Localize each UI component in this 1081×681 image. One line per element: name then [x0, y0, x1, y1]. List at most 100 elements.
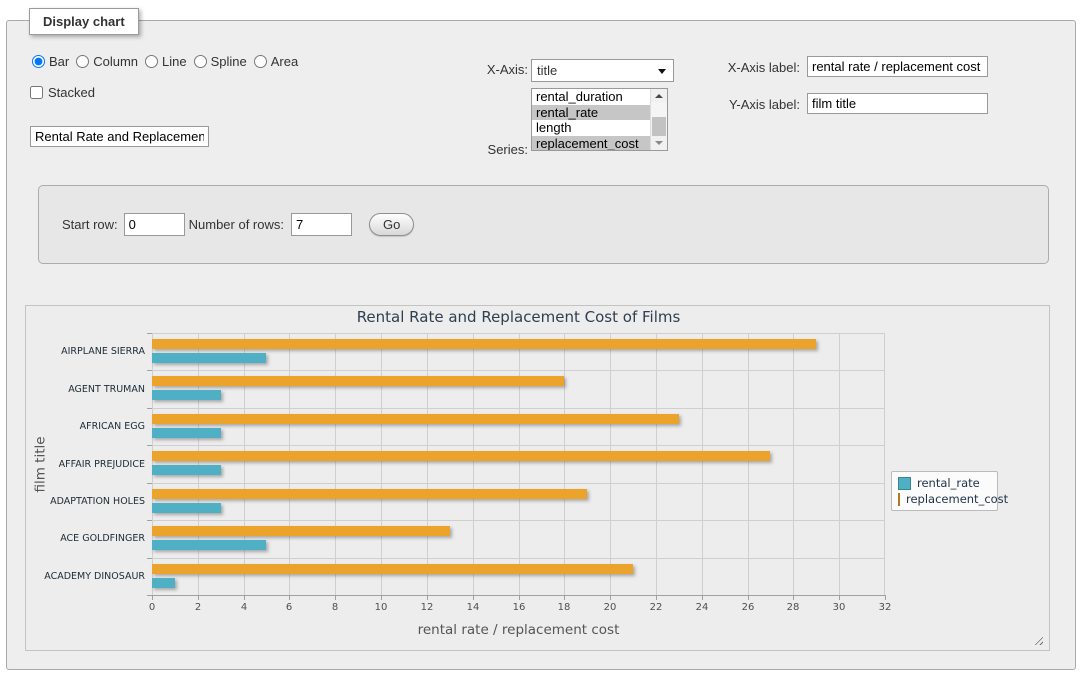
bar-replacement_cost	[152, 526, 450, 536]
bar-replacement_cost	[152, 451, 770, 461]
x-tick-label: 8	[320, 602, 350, 613]
bar-rental_rate	[152, 353, 266, 363]
legend-swatch-replacement_cost	[898, 493, 900, 506]
resize-handle[interactable]	[1032, 634, 1043, 645]
chart-type-spline: Spline	[194, 54, 247, 69]
x-tick-label: 10	[366, 602, 396, 613]
x-axis-tick	[519, 595, 520, 600]
x-axis-label-input[interactable]	[807, 56, 988, 77]
gridline-h	[152, 558, 885, 559]
gridline-h	[152, 333, 885, 334]
gridline-v	[839, 333, 840, 595]
start-row-label: Start row:	[62, 217, 118, 232]
gridline-v	[427, 333, 428, 595]
scroll-down-button[interactable]	[651, 136, 667, 150]
series-label: Series:	[378, 142, 528, 157]
chart-title-input[interactable]	[30, 126, 209, 147]
gridline-v	[198, 333, 199, 595]
chart-type-bar: Bar	[32, 54, 69, 69]
y-axis-label-input[interactable]	[807, 93, 988, 114]
plot-area	[152, 333, 885, 596]
y-axis-tick	[147, 445, 152, 446]
y-axis-title: film title	[33, 365, 48, 565]
legend-label: rental_rate	[917, 476, 980, 490]
chart-legend: rental_ratereplacement_cost	[891, 471, 998, 511]
gridline-v	[793, 333, 794, 595]
series-option-rental_rate[interactable]: rental_rate	[532, 105, 650, 121]
x-axis-tick	[564, 595, 565, 600]
bar-rental_rate	[152, 503, 221, 513]
series-option-rental_duration[interactable]: rental_duration	[532, 89, 650, 105]
x-tick-label: 22	[641, 602, 671, 613]
start-row-input[interactable]	[124, 213, 185, 236]
legend-item-rental_rate[interactable]: rental_rate	[898, 475, 991, 491]
chart-type-radio-spline[interactable]	[194, 55, 207, 68]
gridline-v	[702, 333, 703, 595]
chart-type-label-spline: Spline	[211, 54, 247, 69]
gridline-v	[519, 333, 520, 595]
stacked-row: Stacked	[30, 85, 95, 100]
chart-type-label-bar: Bar	[49, 54, 69, 69]
gridline-h	[152, 408, 885, 409]
stacked-label: Stacked	[48, 85, 95, 100]
x-tick-label: 16	[504, 602, 534, 613]
x-tick-label: 24	[687, 602, 717, 613]
bar-rental_rate	[152, 465, 221, 475]
x-tick-label: 20	[595, 602, 625, 613]
display-chart-fieldset: Display chart BarColumnLineSplineArea St…	[6, 20, 1076, 670]
number-of-rows-label: Number of rows:	[189, 217, 284, 232]
y-axis-tick	[147, 408, 152, 409]
chart-type-area: Area	[254, 54, 298, 69]
bar-replacement_cost	[152, 376, 564, 386]
chart-type-label-area: Area	[271, 54, 298, 69]
chart-type-radio-line[interactable]	[145, 55, 158, 68]
x-axis-tick	[839, 595, 840, 600]
number-of-rows-input[interactable]	[291, 213, 352, 236]
chart-type-line: Line	[145, 54, 187, 69]
gridline-v	[381, 333, 382, 595]
gridline-v	[884, 333, 885, 595]
x-axis-tick	[656, 595, 657, 600]
legend-item-replacement_cost[interactable]: replacement_cost	[898, 491, 991, 507]
gridline-v	[610, 333, 611, 595]
gridline-h	[152, 445, 885, 446]
legend-swatch-rental_rate	[898, 477, 911, 490]
bar-rental_rate	[152, 428, 221, 438]
x-tick-label: 12	[412, 602, 442, 613]
gridline-v	[473, 333, 474, 595]
row-controls-panel: Start row: Number of rows: Go	[38, 185, 1049, 264]
y-axis-label-label: Y-Axis label:	[650, 97, 800, 112]
series-listbox[interactable]: rental_durationrental_ratelengthreplacem…	[531, 88, 668, 151]
x-tick-label: 4	[229, 602, 259, 613]
gridline-v	[748, 333, 749, 595]
x-tick-label: 26	[733, 602, 763, 613]
x-axis-tick	[748, 595, 749, 600]
bar-replacement_cost	[152, 414, 679, 424]
gridline-v	[335, 333, 336, 595]
chart-type-radio-column[interactable]	[76, 55, 89, 68]
chart-type-radio-area[interactable]	[254, 55, 267, 68]
chart-type-label-column: Column	[93, 54, 138, 69]
bar-replacement_cost	[152, 564, 633, 574]
stacked-checkbox[interactable]	[30, 86, 43, 99]
y-axis-tick	[147, 483, 152, 484]
gridline-v	[244, 333, 245, 595]
series-option-length[interactable]: length	[532, 120, 650, 136]
x-axis-tick	[244, 595, 245, 600]
x-tick-label: 30	[824, 602, 854, 613]
gridline-v	[564, 333, 565, 595]
gridline-v	[152, 333, 153, 595]
series-option-replacement_cost[interactable]: replacement_cost	[532, 136, 650, 151]
arrow-down-icon	[655, 141, 663, 145]
bar-rental_rate	[152, 578, 175, 588]
x-tick-label: 28	[778, 602, 808, 613]
bar-replacement_cost	[152, 339, 816, 349]
chart-type-radio-bar[interactable]	[32, 55, 45, 68]
x-axis-tick	[152, 595, 153, 600]
fieldset-legend: Display chart	[29, 8, 139, 35]
go-button[interactable]: Go	[369, 213, 414, 236]
x-axis-tick	[427, 595, 428, 600]
y-axis-tick	[147, 520, 152, 521]
chart-type-column: Column	[76, 54, 138, 69]
x-axis-select-label: X-Axis:	[378, 62, 528, 77]
